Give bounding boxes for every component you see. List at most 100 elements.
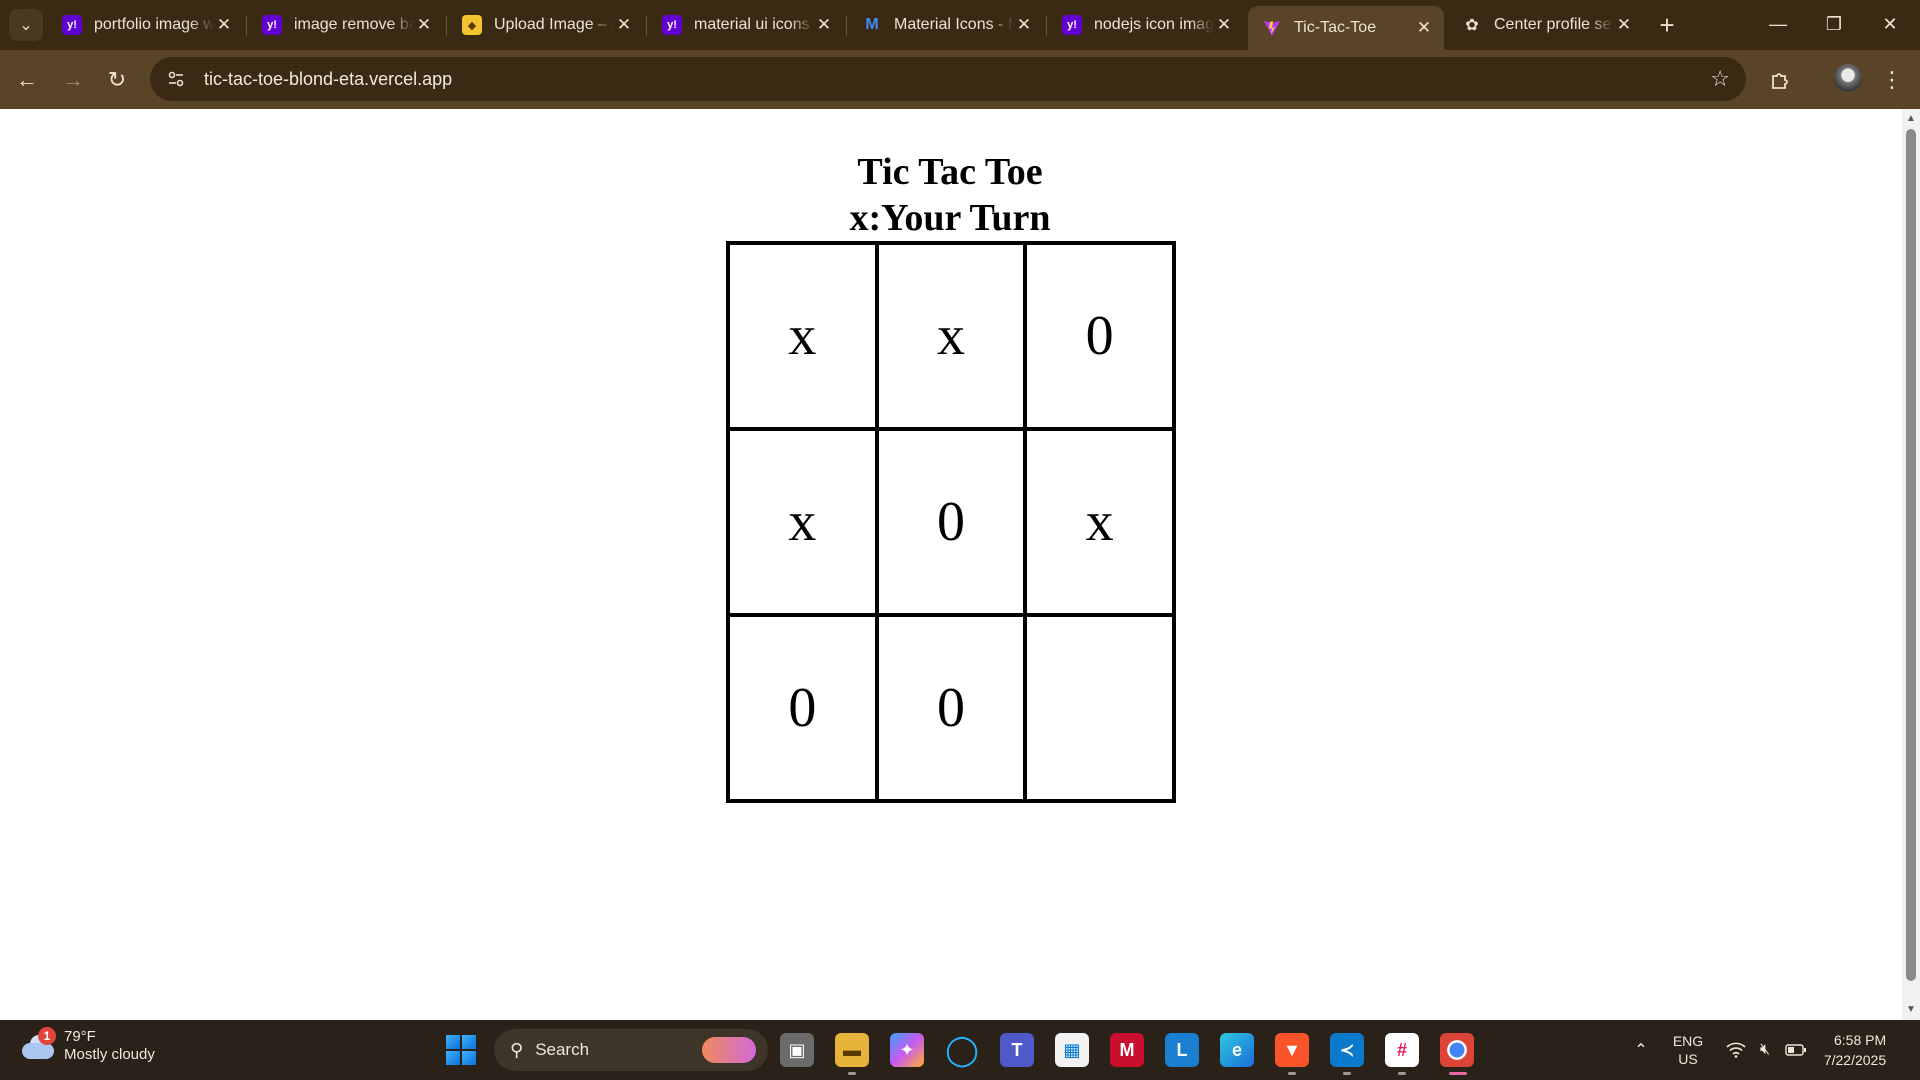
scroll-up-icon[interactable]: ▲ [1905,113,1917,125]
tab-close-icon[interactable]: ✕ [1014,15,1034,35]
chevron-down-icon: ⌄ [19,17,33,34]
search-icon: ⚲ [510,1039,524,1060]
chrome-icon[interactable] [1440,1033,1474,1067]
address-bar[interactable]: tic-tac-toe-blond-eta.vercel.app ☆ [150,57,1746,101]
board-cell[interactable]: x [1025,429,1174,615]
browser-tab[interactable]: y! nodejs icon imag ✕ [1048,6,1244,44]
bookmark-star-icon[interactable]: ☆ [1710,66,1730,92]
restore-button[interactable]: ❐ [1806,0,1862,48]
board-cell[interactable]: x [728,243,877,429]
board-cell[interactable]: x [728,429,877,615]
tab-title: image remove ba [294,16,414,33]
language-bottom: US [1678,1051,1698,1067]
cortana-icon[interactable]: ◯ [945,1033,979,1067]
profile-avatar[interactable] [1834,64,1862,92]
weather-temperature: 79°F [64,1028,96,1045]
plus-icon: + [1659,9,1675,40]
weather-widget[interactable]: 1 79°F Mostly cloudy [20,1027,155,1064]
tab-strip: ⌄ y! portfolio image w ✕ y! image remove ba ✕… [0,0,1920,50]
puzzle-icon [1772,73,1788,89]
taskbar-search-label: Search [535,1040,590,1059]
arrow-right-icon: → [62,67,84,92]
volume-muted-icon[interactable]: 🔇︎ [1752,1020,1778,1080]
arrow-left-icon: ← [16,67,38,92]
weather-badge: 1 [38,1027,56,1045]
window-close-button[interactable]: ✕ [1862,0,1918,48]
close-icon: ✕ [1882,13,1898,34]
browser-tab[interactable]: ✿ Center profile se ✕ [1448,6,1644,44]
weather-condition: Mostly cloudy [64,1046,155,1063]
clock-date: 7/22/2025 [1823,1052,1887,1068]
tab-close-icon[interactable]: ✕ [1414,18,1434,38]
page-scrollbar[interactable]: ▲ ▼ [1902,109,1920,1020]
copilot-icon[interactable]: ✦ [890,1033,924,1067]
minimize-button[interactable]: — [1750,0,1806,48]
board-cell[interactable]: 0 [1025,243,1174,429]
browser-tab[interactable]: y! image remove ba ✕ [248,6,444,44]
mui-favicon-icon: M [865,16,879,33]
browser-tab[interactable]: ◆ Upload Image – d ✕ [448,6,644,44]
restore-icon: ❐ [1825,13,1843,34]
tab-close-icon[interactable]: ✕ [414,15,434,35]
yahoo-favicon-icon: y! [662,15,682,35]
mcafee-icon[interactable]: M [1110,1033,1144,1067]
task-view-icon[interactable]: ▣ [780,1033,814,1067]
browser-tab[interactable]: Tic-Tac-Toe ✕ [1248,6,1444,50]
tab-separator [1046,16,1047,36]
store-icon[interactable]: ▦ [1055,1033,1089,1067]
tab-close-icon[interactable]: ✕ [1214,15,1234,35]
board-cell[interactable]: x [876,243,1026,429]
more-vertical-icon: ⋮ [1881,67,1903,92]
battery-icon[interactable] [1782,1020,1810,1080]
url-text[interactable]: tic-tac-toe-blond-eta.vercel.app [204,69,452,90]
browser-tab[interactable]: y! portfolio image w ✕ [48,6,244,44]
board-cell[interactable] [1025,615,1174,801]
language-indicator[interactable]: ENG US [1664,1020,1712,1080]
board-cell[interactable]: 0 [876,615,1026,801]
language-top: ENG [1672,1033,1704,1049]
browser-tab[interactable]: y! material ui icons ✕ [648,6,844,44]
l-app-icon[interactable]: L [1165,1033,1199,1067]
upload-favicon-icon: ◆ [462,15,482,35]
board-cell[interactable]: 0 [728,615,877,801]
gpt-favicon-icon: ✿ [1465,17,1479,34]
tab-separator [246,16,247,36]
taskbar-search[interactable]: ⚲ Search [494,1029,768,1071]
wifi-icon[interactable] [1722,1020,1750,1080]
scroll-down-icon[interactable]: ▼ [1905,1004,1917,1016]
forward-button[interactable]: → [55,62,91,98]
yahoo-favicon-icon: y! [262,15,282,35]
back-button[interactable]: ← [9,62,45,98]
browser-tab[interactable]: M Material Icons - M ✕ [848,6,1044,44]
windows-start-icon[interactable] [446,1035,476,1065]
brave-icon[interactable]: ▼ [1275,1033,1309,1067]
tab-title: Material Icons - M [894,16,1014,33]
edge-icon[interactable]: e [1220,1033,1254,1067]
yahoo-favicon-icon: y! [1062,15,1082,35]
clock[interactable]: 6:58 PM 7/22/2025 [1812,1020,1898,1080]
vscode-icon[interactable]: ≺ [1330,1033,1364,1067]
tab-search-button[interactable]: ⌄ [9,9,43,41]
tab-title: Upload Image – d [494,16,614,33]
reload-button[interactable]: ↻ [99,62,135,98]
tray-chevron-up-icon[interactable]: ⌃ [1626,1020,1656,1080]
slack-icon[interactable]: # [1385,1033,1419,1067]
turn-status: x:Your Turn [849,197,1051,239]
board-cell[interactable]: 0 [876,429,1026,615]
tab-close-icon[interactable]: ✕ [1614,15,1634,35]
new-tab-button[interactable]: + [1652,10,1682,40]
tab-close-icon[interactable]: ✕ [214,15,234,35]
teams-icon[interactable]: T [1000,1033,1034,1067]
browser-toolbar: ← → ↻ tic-tac-toe-blond-eta.vercel.app ☆… [0,50,1920,109]
tab-title: portfolio image w [94,16,214,33]
extensions-button[interactable] [1762,62,1798,98]
file-explorer-icon[interactable]: ▬ [835,1033,869,1067]
site-info-icon[interactable] [162,65,190,93]
tab-separator [646,16,647,36]
search-highlight-icon [702,1037,756,1063]
tab-close-icon[interactable]: ✕ [814,15,834,35]
browser-menu-button[interactable]: ⋮ [1874,62,1910,98]
cloud-icon: 1 [20,1027,56,1061]
scrollbar-thumb[interactable] [1906,129,1916,981]
tab-close-icon[interactable]: ✕ [614,15,634,35]
